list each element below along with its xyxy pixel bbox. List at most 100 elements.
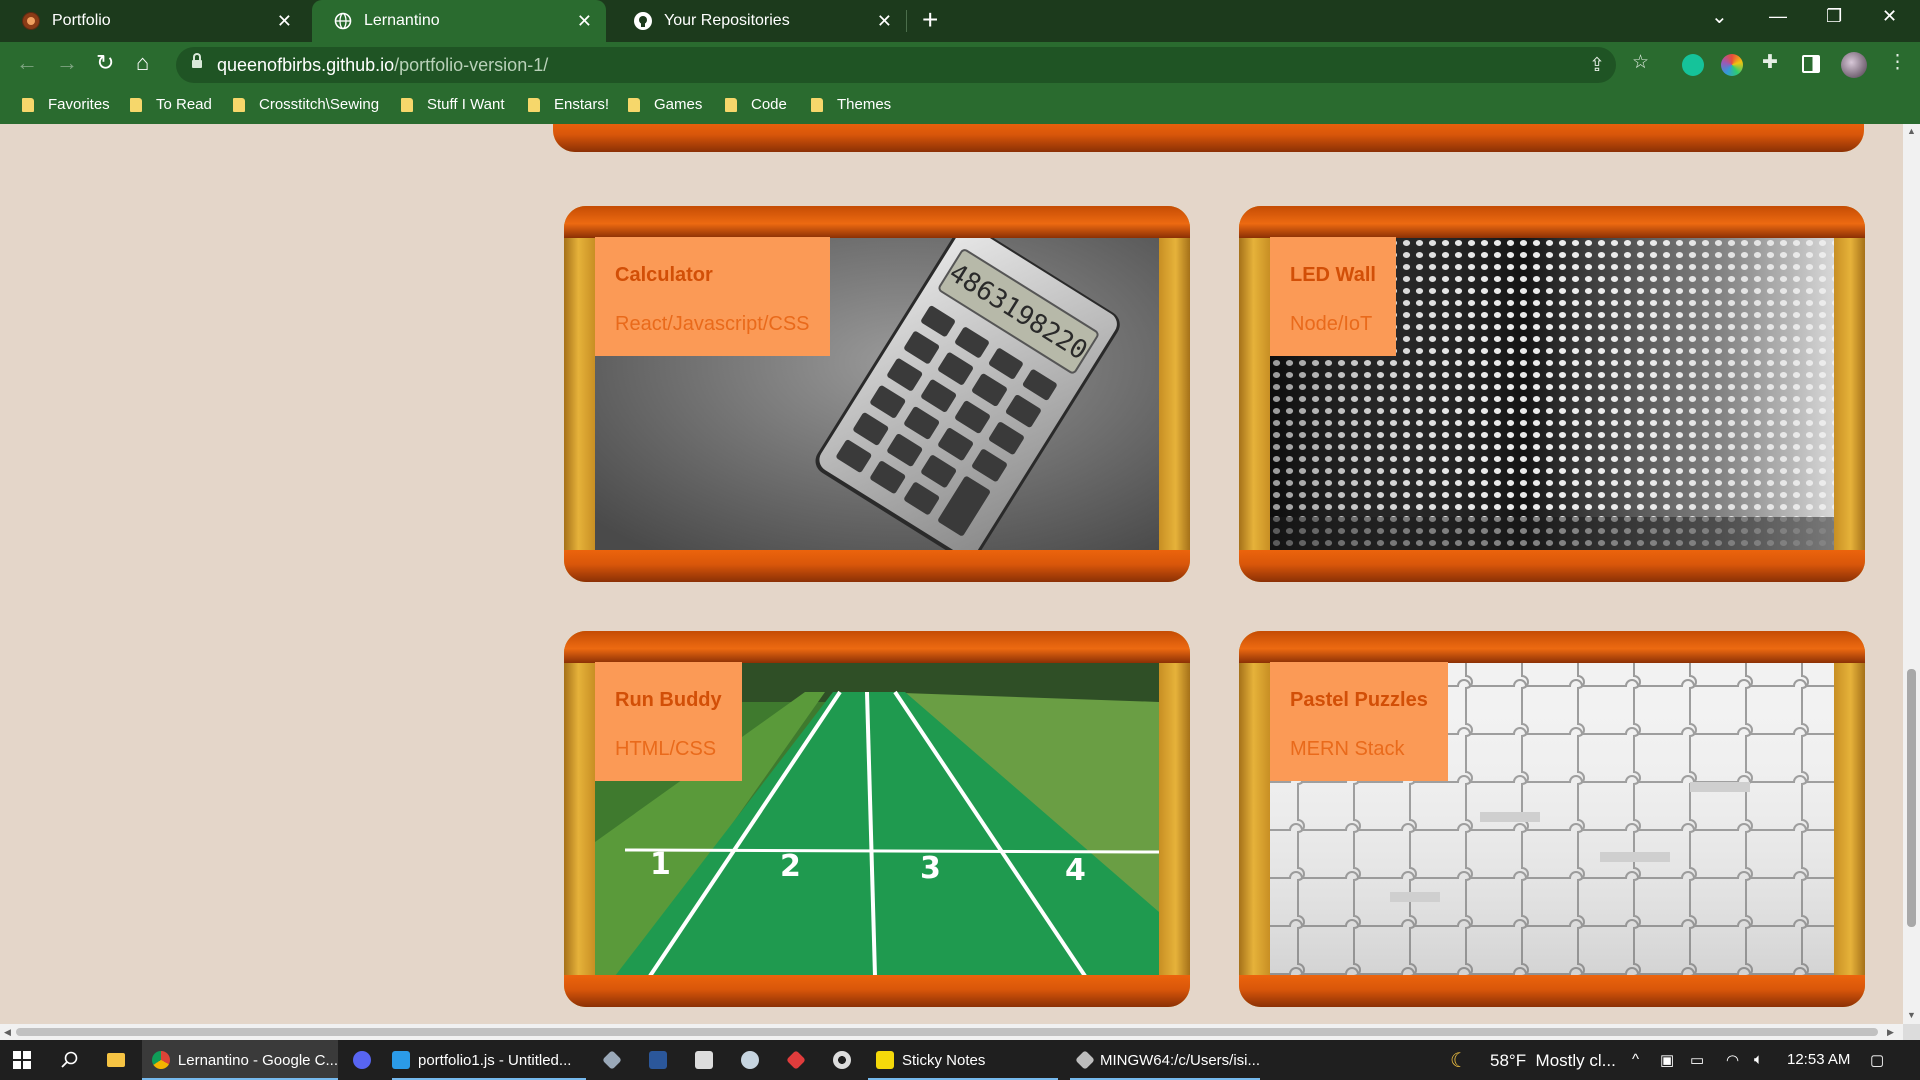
lock-icon[interactable] <box>192 53 202 70</box>
folder-icon <box>107 1053 125 1067</box>
side-panel-icon[interactable] <box>1802 55 1820 73</box>
reload-icon[interactable]: ↻ <box>96 50 114 76</box>
taskbar-chrome[interactable]: Lernantino - Google C... <box>142 1040 338 1080</box>
horizontal-scroll-thumb[interactable] <box>16 1028 1878 1036</box>
scrollbar-corner <box>1903 1024 1920 1040</box>
taskbar-7zip[interactable] <box>688 1040 720 1080</box>
portfolio-favicon <box>22 12 40 30</box>
bookmark-star-icon[interactable]: ☆ <box>1632 51 1649 74</box>
url-text[interactable]: queenofbirbs.github.io/portfolio-version… <box>217 55 548 76</box>
folder-icon <box>628 97 640 112</box>
color-picker-extension-icon[interactable] <box>1721 54 1743 76</box>
weather-moon-icon[interactable]: ☾ <box>1450 1048 1468 1073</box>
start-button[interactable] <box>0 1040 44 1080</box>
search-button[interactable] <box>48 1040 92 1080</box>
taskbar-git-bash[interactable]: MINGW64:/c/Users/isi... <box>1070 1040 1260 1080</box>
folder-icon <box>811 97 823 112</box>
close-tab-icon[interactable]: ✕ <box>277 11 292 32</box>
minimize-icon[interactable]: — <box>1769 6 1787 27</box>
profile-avatar[interactable] <box>1841 52 1867 78</box>
project-title[interactable]: Calculator <box>615 263 810 287</box>
tab-strip: Portfolio ✕ Lernantino ✕ Your Repositori… <box>0 0 1920 42</box>
tab-portfolio[interactable]: Portfolio ✕ <box>0 0 306 42</box>
bookmark-folder-to-read[interactable]: To Read <box>130 96 212 113</box>
home-icon[interactable]: ⌂ <box>136 50 149 76</box>
notifications-icon[interactable]: ▢ <box>1870 1051 1884 1069</box>
taskbar-word[interactable] <box>642 1040 674 1080</box>
tab-your-repositories[interactable]: Your Repositories ✕ <box>612 0 906 42</box>
project-title[interactable]: LED Wall <box>1290 263 1376 287</box>
project-card-calculator[interactable]: 4863198220 Calculator React/Javascript/C… <box>564 206 1190 582</box>
folder-icon <box>130 97 142 112</box>
taskbar-steam[interactable] <box>734 1040 766 1080</box>
new-tab-icon[interactable]: + <box>922 4 938 36</box>
bookmark-folder-favorites[interactable]: Favorites <box>22 96 110 113</box>
globe-icon <box>334 12 352 30</box>
back-icon[interactable]: ← <box>16 50 38 76</box>
restore-icon[interactable]: ❐ <box>1826 6 1842 27</box>
show-hidden-icons-chevron[interactable]: ^ <box>1632 1051 1639 1068</box>
card-frame-bottom <box>1239 975 1865 1007</box>
weather-text[interactable]: 58°F Mostly cl... <box>1490 1051 1616 1071</box>
project-card-pastel-puzzles[interactable]: Pastel Puzzles MERN Stack <box>1239 631 1865 1007</box>
windows-logo-icon <box>13 1051 31 1069</box>
battery-icon[interactable]: ▭ <box>1690 1051 1704 1069</box>
tab-separator <box>906 10 907 32</box>
forward-icon[interactable]: → <box>56 50 78 76</box>
tab-lernantino[interactable]: Lernantino ✕ <box>312 0 606 42</box>
meet-now-icon[interactable]: ▣ <box>1660 1051 1674 1069</box>
page-viewport: 4863198220 Calculator React/Javascript/C… <box>0 124 1903 1024</box>
taskbar-app[interactable] <box>780 1040 812 1080</box>
menu-kebab-icon[interactable]: ⋮ <box>1888 51 1907 74</box>
project-tech: MERN Stack <box>1290 738 1405 760</box>
taskbar-vscode[interactable]: portfolio1.js - Untitled... <box>392 1040 586 1080</box>
project-card-partial[interactable] <box>553 124 1864 152</box>
bookmark-folder-enstars[interactable]: Enstars! <box>528 96 609 113</box>
github-icon <box>634 12 652 30</box>
bookmark-folder-code[interactable]: Code <box>725 96 787 113</box>
bookmark-folder-crosstitch-sewing[interactable]: Crosstitch\Sewing <box>233 96 379 113</box>
bookmark-folder-themes[interactable]: Themes <box>811 96 891 113</box>
taskbar-discord[interactable] <box>344 1040 380 1080</box>
project-card-led-wall[interactable]: LED Wall Node/IoT <box>1239 206 1865 582</box>
address-bar[interactable]: queenofbirbs.github.io/portfolio-version… <box>176 47 1616 83</box>
tab-title: Portfolio <box>52 12 111 29</box>
taskbar-obs[interactable] <box>826 1040 858 1080</box>
browser-toolbar: ← → ↻ ⌂ queenofbirbs.github.io/portfolio… <box>0 42 1920 87</box>
horizontal-scrollbar[interactable]: ◀ ▶ <box>0 1024 1903 1040</box>
file-explorer-button[interactable] <box>96 1040 136 1080</box>
project-tech: Node/IoT <box>1290 313 1373 335</box>
grammarly-icon[interactable] <box>1682 54 1704 76</box>
vertical-scrollbar[interactable]: ▲ ▼ <box>1903 124 1920 1024</box>
close-tab-icon[interactable]: ✕ <box>577 11 592 32</box>
search-icon <box>61 1051 78 1068</box>
git-icon <box>602 1050 622 1070</box>
extensions-puzzle-icon[interactable]: ✚ <box>1762 51 1778 74</box>
scroll-down-arrow-icon[interactable]: ▼ <box>1907 1010 1916 1020</box>
bookmark-folder-stuff-i-want[interactable]: Stuff I Want <box>401 96 505 113</box>
obs-icon <box>833 1051 851 1069</box>
scroll-right-arrow-icon[interactable]: ▶ <box>1887 1027 1894 1038</box>
project-title[interactable]: Run Buddy <box>615 688 722 712</box>
folder-icon <box>725 97 737 112</box>
project-card-run-buddy[interactable]: 1 2 3 4 Run Buddy HTML/CSS <box>564 631 1190 1007</box>
scroll-up-arrow-icon[interactable]: ▲ <box>1907 126 1916 136</box>
project-title[interactable]: Pastel Puzzles <box>1290 688 1428 712</box>
folder-icon <box>401 97 413 112</box>
vertical-scroll-thumb[interactable] <box>1907 669 1916 927</box>
wifi-icon[interactable]: ◠ <box>1726 1051 1739 1069</box>
clock-time[interactable]: 12:53 AM <box>1787 1051 1850 1068</box>
git-bash-icon <box>1075 1050 1095 1070</box>
close-tab-icon[interactable]: ✕ <box>877 11 892 32</box>
share-icon[interactable]: ⇪ <box>1589 54 1605 77</box>
taskbar-git[interactable] <box>596 1040 628 1080</box>
taskbar-sticky-notes[interactable]: Sticky Notes <box>868 1040 1058 1080</box>
project-label: LED Wall Node/IoT <box>1270 237 1396 356</box>
bookmark-folder-games[interactable]: Games <box>628 96 702 113</box>
volume-icon[interactable]: 🔈︎ <box>1754 1051 1763 1068</box>
tab-search-chevron-icon[interactable]: ⌄ <box>1711 4 1728 29</box>
project-label: Run Buddy HTML/CSS <box>595 662 742 781</box>
card-frame-bottom <box>564 975 1190 1007</box>
scroll-left-arrow-icon[interactable]: ◀ <box>4 1027 11 1038</box>
close-window-icon[interactable]: ✕ <box>1882 6 1897 27</box>
